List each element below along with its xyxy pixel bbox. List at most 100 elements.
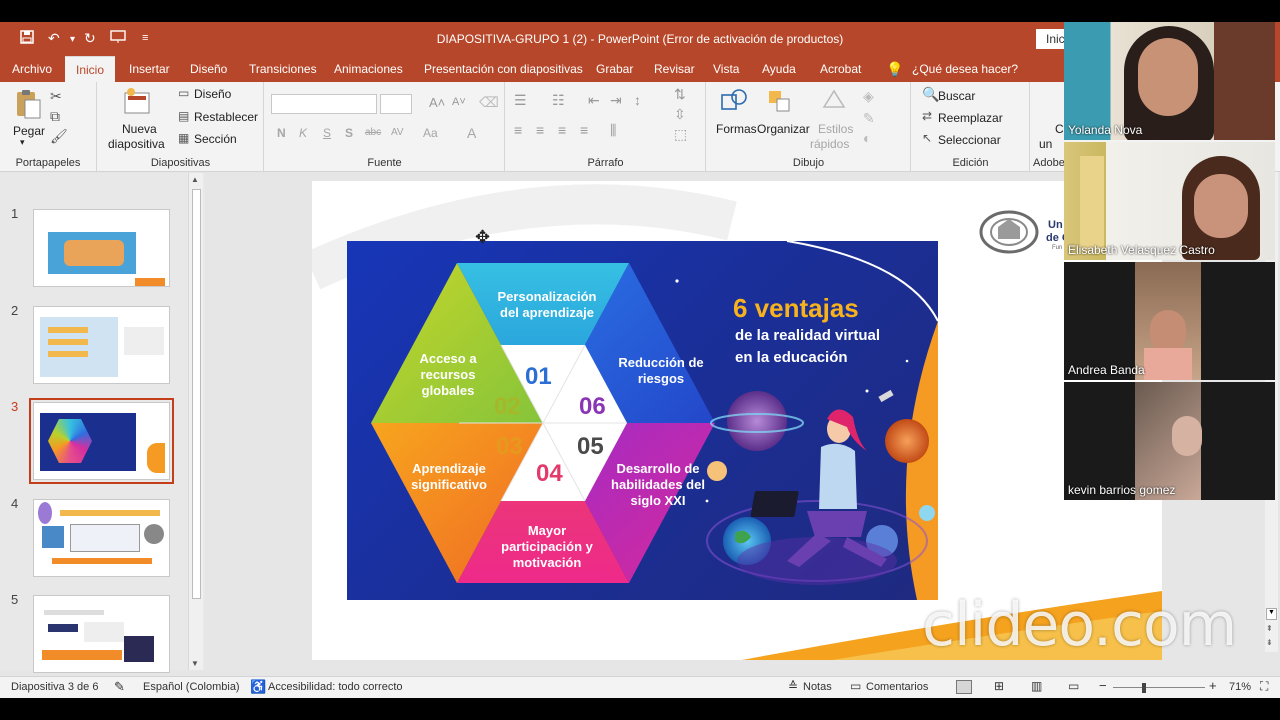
align-center-icon[interactable]: ≡ [536, 122, 544, 138]
spellcheck-icon[interactable]: ✎ [114, 679, 125, 695]
cut-icon[interactable]: ✂ [50, 88, 62, 105]
participant-tile-4[interactable]: kevin barrios gomez [1064, 382, 1275, 500]
align-right-icon[interactable]: ≡ [558, 122, 566, 138]
zoom-level[interactable]: 71% [1229, 681, 1251, 693]
line-spacing-icon[interactable]: ↕ [634, 92, 641, 108]
smartart-icon[interactable]: ⬚ [674, 126, 687, 143]
normal-view-icon[interactable] [956, 680, 972, 694]
shape-effects-icon[interactable]: ◐ [863, 130, 871, 146]
font-family-select[interactable] [271, 94, 377, 114]
comments-button[interactable]: Comentarios [866, 681, 928, 693]
tab-insertar[interactable]: Insertar [129, 56, 170, 82]
zoom-slider[interactable] [1113, 687, 1205, 688]
slide-thumbnail-1[interactable] [33, 209, 170, 287]
tell-me-search[interactable]: ¿Qué desea hacer? [912, 56, 1018, 82]
tab-archivo[interactable]: Archivo [12, 56, 52, 82]
tab-presentacion[interactable]: Presentación con diapositivas [424, 56, 583, 82]
align-text-icon[interactable]: ⇳ [674, 106, 686, 123]
reset-button[interactable]: Restablecer [194, 110, 258, 124]
prev-slide-icon[interactable]: ⇞ [1266, 624, 1273, 633]
strikethrough-button[interactable]: abc [365, 127, 381, 138]
layout-button[interactable]: Diseño [194, 87, 231, 101]
slide-thumbnail-3[interactable] [29, 398, 174, 484]
participant-tile-1[interactable]: Yolanda Nova [1064, 22, 1275, 140]
quick-styles-icon[interactable] [819, 87, 849, 115]
tab-grabar[interactable]: Grabar [596, 56, 633, 82]
slide-thumbnail-5[interactable] [33, 595, 170, 673]
thumbnail-scrollbar[interactable]: ▲ ▼ [188, 173, 203, 670]
columns-icon[interactable]: ⫼ [610, 122, 616, 139]
tab-revisar[interactable]: Revisar [654, 56, 695, 82]
tab-vista[interactable]: Vista [713, 56, 739, 82]
tab-inicio[interactable]: Inicio [65, 56, 115, 82]
shapes-icon[interactable] [719, 87, 749, 115]
shape-fill-icon[interactable]: ◈ [863, 88, 874, 105]
font-size-select[interactable] [380, 94, 412, 114]
replace-button[interactable]: Reemplazar [938, 111, 1003, 125]
scroll-thumb[interactable] [192, 189, 201, 599]
font-color-button[interactable]: A [467, 125, 476, 141]
fit-slide-icon[interactable]: ⛶ [1260, 679, 1268, 694]
arrange-icon[interactable] [765, 87, 795, 115]
adobe-label-2[interactable]: un [1039, 137, 1052, 151]
quick-styles-label-1[interactable]: Estilos [818, 122, 853, 136]
italic-button[interactable]: K [299, 126, 307, 140]
notes-icon[interactable]: ≙ [788, 679, 798, 693]
section-button[interactable]: Sección [194, 132, 237, 146]
change-case-button[interactable]: Aa [423, 126, 438, 140]
zoom-out-icon[interactable]: − [1099, 678, 1107, 693]
paste-button-label[interactable]: Pegar [13, 124, 45, 138]
slide-sorter-icon[interactable]: ⊞ [994, 679, 1004, 693]
select-button[interactable]: Seleccionar [938, 133, 1001, 147]
slideshow-view-icon[interactable]: ▭ [1068, 679, 1079, 693]
underline-button[interactable]: S [323, 126, 331, 140]
accessibility-status[interactable]: Accesibilidad: todo correcto [268, 681, 403, 693]
slide-thumbnail-2[interactable] [33, 306, 170, 384]
comments-icon[interactable]: ▭ [850, 679, 861, 693]
justify-icon[interactable]: ≡ [580, 122, 588, 138]
current-slide[interactable]: Un de C Fun 01 02 03 04 05 06 Personaliz… [312, 181, 1162, 660]
char-spacing-button[interactable]: AV [391, 127, 404, 138]
shrink-font-icon[interactable]: A˅ [452, 96, 466, 108]
tab-acrobat[interactable]: Acrobat [820, 56, 861, 82]
increase-indent-icon[interactable]: ⇥ [610, 92, 622, 109]
decrease-indent-icon[interactable]: ⇤ [588, 92, 600, 109]
format-painter-icon[interactable]: 🖌 [50, 128, 68, 145]
numbering-icon[interactable]: ☷ [552, 92, 565, 109]
new-slide-icon[interactable] [124, 87, 152, 117]
clear-format-icon[interactable]: ⌫ [479, 94, 499, 111]
next-slide-icon[interactable]: ⇟ [1266, 638, 1273, 647]
bullets-icon[interactable]: ☰ [514, 92, 527, 109]
find-button[interactable]: Buscar [938, 89, 975, 103]
tab-diseno[interactable]: Diseño [190, 56, 227, 82]
bold-button[interactable]: N [277, 126, 286, 140]
zoom-in-icon[interactable]: + [1209, 678, 1217, 693]
participant-tile-3[interactable]: Andrea Banda [1064, 262, 1275, 380]
tab-ayuda[interactable]: Ayuda [762, 56, 796, 82]
quick-styles-label-2[interactable]: rápidos [810, 137, 849, 151]
zoom-slider-thumb[interactable] [1142, 683, 1146, 693]
adobe-label-1[interactable]: C [1055, 122, 1064, 136]
scroll-down-icon[interactable]: ▼ [1266, 608, 1277, 620]
paste-icon[interactable] [14, 88, 42, 120]
scroll-down-icon[interactable]: ▼ [191, 659, 199, 668]
tab-transiciones[interactable]: Transiciones [249, 56, 317, 82]
shadow-button[interactable]: S [345, 126, 353, 140]
notes-button[interactable]: Notas [803, 681, 832, 693]
reading-view-icon[interactable]: ▥ [1031, 679, 1042, 693]
participant-tile-2[interactable]: Elisabeth Velasquez Castro [1064, 142, 1275, 260]
paste-dropdown-icon[interactable]: ▾ [20, 137, 25, 148]
align-left-icon[interactable]: ≡ [514, 122, 522, 138]
slide-thumbnail-4[interactable] [33, 499, 170, 577]
new-slide-label-1[interactable]: Nueva [122, 122, 157, 136]
accessibility-icon[interactable]: ♿ [250, 679, 266, 695]
language-indicator[interactable]: Español (Colombia) [143, 681, 240, 693]
tab-animaciones[interactable]: Animaciones [334, 56, 403, 82]
shape-outline-icon[interactable]: ✎ [863, 110, 875, 127]
arrange-button[interactable]: Organizar [757, 122, 810, 136]
copy-icon[interactable]: ⧉ [50, 108, 60, 125]
shapes-button[interactable]: Formas [716, 122, 757, 136]
grow-font-icon[interactable]: A˄ [429, 95, 445, 110]
scroll-up-icon[interactable]: ▲ [191, 175, 199, 184]
new-slide-label-2[interactable]: diapositiva [108, 137, 165, 151]
